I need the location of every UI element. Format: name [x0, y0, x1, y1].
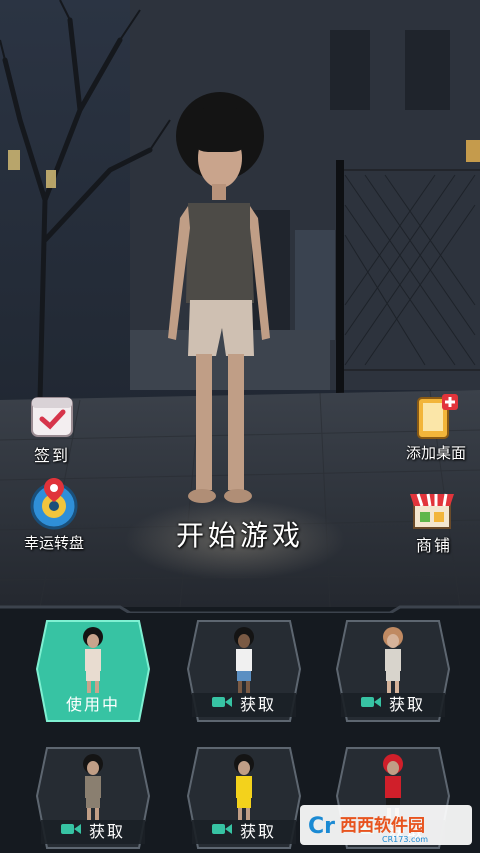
- skin-figure: [234, 627, 254, 693]
- add-desktop-label: 添加桌面: [405, 444, 466, 462]
- video-ad-icon: [211, 821, 232, 840]
- lucky-wheel-button[interactable]: [28, 478, 80, 530]
- site-watermark: Cr 西西软件园 CR173.com: [300, 805, 472, 845]
- panel-edge: [0, 605, 480, 613]
- skin-figure: [83, 754, 103, 820]
- skin-card-action: 获取: [186, 818, 302, 842]
- add-to-desktop-icon: [417, 394, 458, 439]
- skin-card-action: 获取: [335, 691, 451, 715]
- shop-icon: [410, 493, 454, 529]
- skin-card-status: 使用中: [65, 695, 120, 714]
- add-desktop-button[interactable]: [412, 392, 460, 440]
- skin-card[interactable]: 使用中: [35, 619, 151, 723]
- skin-card[interactable]: 获取: [335, 619, 451, 723]
- skin-figure: [83, 627, 103, 693]
- svg-text:CR173.com: CR173.com: [382, 835, 428, 844]
- wheel-icon: [30, 478, 78, 530]
- skin-card[interactable]: 获取: [186, 619, 302, 723]
- start-game-button[interactable]: 开始游戏: [160, 514, 320, 558]
- skin-figure: [234, 754, 254, 820]
- player-character: [168, 92, 270, 503]
- skin-card-status: 获取: [239, 822, 276, 841]
- skin-card-action: 获取: [35, 818, 151, 842]
- video-ad-icon: [211, 694, 232, 713]
- skin-figure: [383, 627, 403, 693]
- game-scene: 签到 幸运转盘 添加桌面 商铺 开始游戏 使用中 获取 获取 获取 获取 Cr …: [0, 0, 480, 853]
- skin-card-status: 获取: [388, 695, 425, 714]
- checkin-label: 签到: [33, 446, 70, 465]
- svg-text:西西软件园: 西西软件园: [340, 815, 425, 836]
- skin-card-action: 使用中: [35, 691, 151, 715]
- skin-card-action: 获取: [186, 691, 302, 715]
- shop-button[interactable]: [406, 484, 458, 532]
- cr173-logo: Cr 西西软件园 CR173.com: [308, 814, 428, 844]
- skin-card-status: 获取: [239, 695, 276, 714]
- shop-label: 商铺: [415, 536, 452, 555]
- svg-text:Cr: Cr: [308, 814, 335, 839]
- skin-card-status: 获取: [88, 822, 125, 841]
- lucky-wheel-label: 幸运转盘: [23, 534, 84, 552]
- video-ad-icon: [60, 821, 81, 840]
- skin-card[interactable]: 获取: [186, 746, 302, 850]
- skin-card[interactable]: 获取: [35, 746, 151, 850]
- checkin-button[interactable]: [28, 392, 76, 440]
- calendar-check-icon: [31, 397, 73, 437]
- video-ad-icon: [360, 694, 381, 713]
